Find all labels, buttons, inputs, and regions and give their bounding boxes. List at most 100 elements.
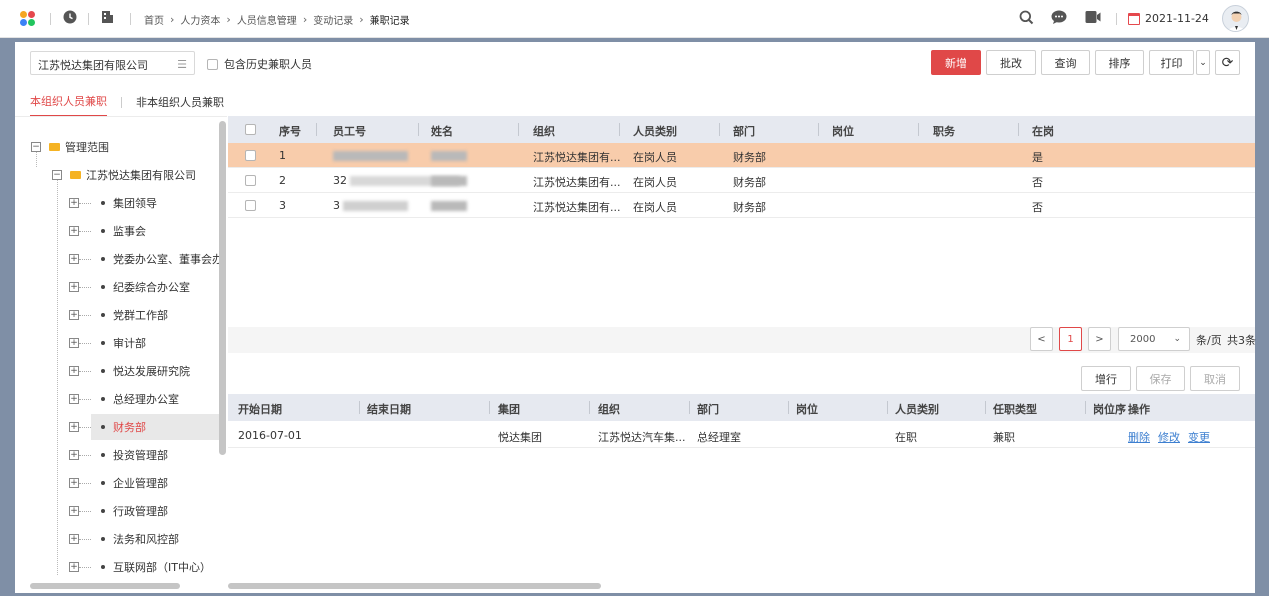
history-clock-icon[interactable] <box>63 10 77 24</box>
expand-icon[interactable]: + <box>69 310 79 320</box>
expand-icon[interactable]: + <box>69 394 79 404</box>
tab-internal-parttime[interactable]: 本组织人员兼职 <box>30 93 107 117</box>
include-history-option[interactable]: 包含历史兼职人员 <box>207 56 312 72</box>
refresh-icon[interactable]: ⟳ <box>1215 50 1240 75</box>
expand-icon[interactable]: + <box>69 534 79 544</box>
cell-dept: 财务部 <box>733 151 766 164</box>
query-button[interactable]: 查询 <box>1041 50 1090 75</box>
select-all-checkbox[interactable] <box>245 124 256 135</box>
col-header[interactable]: 组织 <box>598 401 620 417</box>
col-header[interactable]: 组织 <box>533 123 555 139</box>
tree-connector <box>79 286 91 288</box>
breadcrumb-hr-capital[interactable]: 人力资本 <box>180 12 220 27</box>
row-checkbox[interactable] <box>245 150 256 161</box>
tree-horizontal-scrollbar[interactable] <box>30 583 180 589</box>
tree-node-dept[interactable]: + 法务和风控部 <box>69 527 179 551</box>
col-header[interactable]: 人员类别 <box>895 401 939 417</box>
col-header[interactable]: 岗位序 <box>1093 401 1126 417</box>
tree-vertical-scrollbar[interactable] <box>219 121 226 455</box>
col-header[interactable]: 员工号 <box>333 123 366 139</box>
tree-node-dept[interactable]: + 企业管理部 <box>69 471 168 495</box>
app-logo-icon[interactable] <box>20 11 36 27</box>
expand-icon[interactable]: + <box>69 506 79 516</box>
expand-icon[interactable]: + <box>69 422 79 432</box>
cell-type: 兼职 <box>993 431 1015 444</box>
org-select[interactable]: 江苏悦达集团有限公司 ☰ <box>30 51 195 75</box>
add-row-button[interactable]: 增行 <box>1081 366 1131 391</box>
page-1-button[interactable]: 1 <box>1059 327 1082 351</box>
prev-page-button[interactable]: < <box>1030 327 1053 351</box>
collapse-icon[interactable]: − <box>52 170 62 180</box>
change-link[interactable]: 变更 <box>1188 429 1210 445</box>
new-button[interactable]: 新增 <box>931 50 981 75</box>
tree-node-dept[interactable]: + 审计部 <box>69 331 146 355</box>
tree-node-dept[interactable]: + 监事会 <box>69 219 146 243</box>
tree-node-dept[interactable]: + 党委办公室、董事会办 <box>69 247 223 271</box>
col-divider <box>1085 401 1086 414</box>
col-header[interactable]: 部门 <box>697 401 719 417</box>
expand-icon[interactable]: + <box>69 282 79 292</box>
breadcrumb-home[interactable]: 首页 <box>144 12 164 27</box>
video-icon[interactable] <box>1085 10 1101 24</box>
cancel-button[interactable]: 取消 <box>1190 366 1240 391</box>
col-header[interactable]: 序号 <box>279 123 301 139</box>
breadcrumb-personnel-info[interactable]: 人员信息管理 <box>237 12 297 27</box>
col-header[interactable]: 结束日期 <box>367 401 411 417</box>
tree-node-company[interactable]: − 江苏悦达集团有限公司 <box>52 163 196 187</box>
edit-link[interactable]: 修改 <box>1158 429 1180 445</box>
table-row[interactable]: 3 3 江苏悦达集团有... 在岗人员 财务部 否 <box>228 193 1255 218</box>
tree-node-root[interactable]: − 管理范围 <box>31 135 109 159</box>
table-row[interactable]: 2016-07-01 悦达集团 江苏悦达汽车集... 总经理室 在职 兼职 删除… <box>228 423 1255 448</box>
tree-node-dept[interactable]: + 集团领导 <box>69 191 157 215</box>
col-header[interactable]: 岗位 <box>796 401 818 417</box>
search-icon[interactable] <box>1019 10 1034 25</box>
chat-icon[interactable] <box>1051 10 1067 25</box>
expand-icon[interactable]: + <box>69 198 79 208</box>
include-history-checkbox[interactable] <box>207 58 218 70</box>
collapse-icon[interactable]: − <box>31 142 41 152</box>
print-button[interactable]: 打印 <box>1149 50 1194 75</box>
table-row[interactable]: 2 32 江苏悦达集团有... 在岗人员 财务部 否 <box>228 168 1255 193</box>
col-header[interactable]: 在岗 <box>1032 123 1054 139</box>
tree-node-dept[interactable]: + 纪委综合办公室 <box>69 275 190 299</box>
expand-icon[interactable]: + <box>69 254 79 264</box>
tab-external-parttime[interactable]: 非本组织人员兼职 <box>136 94 224 116</box>
save-button[interactable]: 保存 <box>1136 366 1185 391</box>
page-size-select[interactable]: 2000 ⌄ <box>1118 327 1190 351</box>
user-avatar[interactable] <box>1222 5 1249 32</box>
col-header[interactable]: 任职类型 <box>993 401 1037 417</box>
tree-node-dept[interactable]: + 总经理办公室 <box>69 387 179 411</box>
expand-icon[interactable]: + <box>69 338 79 348</box>
grid-horizontal-scrollbar[interactable] <box>228 583 601 589</box>
row-checkbox[interactable] <box>245 200 256 211</box>
col-header[interactable]: 姓名 <box>431 123 453 139</box>
tree-node-dept[interactable]: + 互联网部（IT中心） <box>69 555 211 579</box>
tree-node-dept[interactable]: + 党群工作部 <box>69 303 168 327</box>
table-row[interactable]: 1 江苏悦达集团有... 在岗人员 财务部 是 <box>228 143 1255 168</box>
tree-node-dept[interactable]: + 悦达发展研究院 <box>69 359 190 383</box>
batch-edit-button[interactable]: 批改 <box>986 50 1036 75</box>
expand-icon[interactable]: + <box>69 450 79 460</box>
tree-node-dept[interactable]: + 投资管理部 <box>69 443 168 467</box>
row-checkbox[interactable] <box>245 175 256 186</box>
next-page-button[interactable]: > <box>1088 327 1111 351</box>
expand-icon[interactable]: + <box>69 366 79 376</box>
top-bar: 首页 › 人力资本 › 人员信息管理 › 变动记录 › 兼职记录 2021-11… <box>0 0 1269 38</box>
tree-node-dept[interactable]: + 行政管理部 <box>69 499 168 523</box>
col-header[interactable]: 集团 <box>498 401 520 417</box>
expand-icon[interactable]: + <box>69 562 79 572</box>
col-header[interactable]: 岗位 <box>832 123 854 139</box>
col-header[interactable]: 部门 <box>733 123 755 139</box>
col-header[interactable]: 开始日期 <box>238 401 282 417</box>
breadcrumb-change-records[interactable]: 变动记录 <box>313 12 353 27</box>
building-icon[interactable] <box>101 10 114 24</box>
expand-icon[interactable]: + <box>69 226 79 236</box>
sort-button[interactable]: 排序 <box>1095 50 1144 75</box>
col-header[interactable]: 人员类别 <box>633 123 677 139</box>
tree-node-dept-selected[interactable]: + 财务部 <box>69 415 146 439</box>
tree-node-label: 集团领导 <box>113 197 157 210</box>
delete-link[interactable]: 删除 <box>1128 429 1150 445</box>
col-header[interactable]: 职务 <box>933 123 955 139</box>
print-dropdown-chevron-down-icon[interactable]: ⌄ <box>1196 50 1210 75</box>
expand-icon[interactable]: + <box>69 478 79 488</box>
